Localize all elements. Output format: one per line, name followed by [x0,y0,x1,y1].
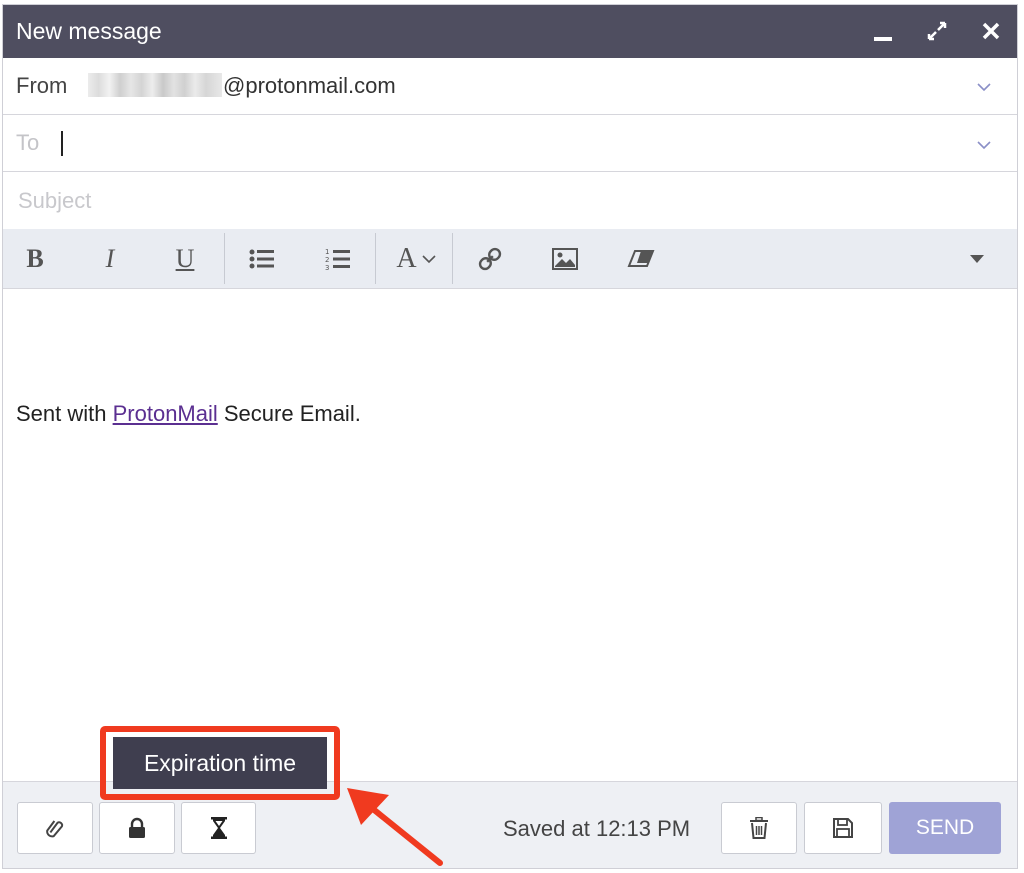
lock-icon [129,817,145,838]
close-icon [982,22,1000,40]
saved-status: Saved at 12:13 PM [503,816,691,841]
numbered-list-icon: 1 2 3 [325,248,350,271]
close-button[interactable] [973,13,1009,49]
caret-down-icon [970,254,984,263]
protonmail-link[interactable]: ProtonMail [113,401,218,426]
to-placeholder: To [16,130,40,155]
save-draft-button[interactable] [804,802,882,854]
svg-text:1: 1 [325,248,329,256]
maximize-button[interactable] [919,13,955,49]
composer-title: New message [16,18,162,44]
insert-image-button[interactable] [535,229,595,288]
maximize-icon [927,21,947,41]
bullet-list-icon [249,249,274,268]
bold-button[interactable]: B [5,229,65,288]
numbered-list-button[interactable]: 1 2 3 [308,229,368,288]
from-row[interactable]: From @protonmail.com [3,58,1017,115]
svg-text:2: 2 [325,256,329,264]
encryption-button[interactable] [99,802,175,854]
minimize-button[interactable] [865,13,901,49]
toolbar-divider [452,233,453,284]
delete-draft-button[interactable] [721,802,797,854]
subject-field[interactable]: Subject [3,172,1017,229]
toolbar-divider [375,233,376,284]
chevron-down-icon [422,254,436,263]
to-field[interactable]: To [3,115,1017,172]
send-button[interactable]: SEND [889,802,1001,854]
svg-text:3: 3 [325,264,329,271]
italic-button[interactable]: I [80,229,140,288]
annotation-arrow-icon [347,788,443,866]
text-cursor [61,131,63,156]
bullet-list-button[interactable] [232,229,292,288]
insert-link-button[interactable] [460,229,520,288]
image-icon [552,247,578,270]
composer-window: New message From @protonmail.com To Subj… [2,4,1018,869]
subject-placeholder: Subject [18,188,92,213]
formatting-toolbar: B I U 1 2 3 A [3,229,1017,289]
toolbar-divider [224,233,225,284]
redacted-username [88,73,222,97]
more-options-button[interactable] [947,229,1007,288]
hourglass-icon [210,817,227,839]
underline-button[interactable]: U [155,229,215,288]
floppy-disk-icon [833,818,853,838]
minimize-icon [874,37,892,41]
clear-formatting-button[interactable] [611,229,671,288]
chevron-down-icon[interactable] [977,82,991,92]
from-address: @protonmail.com [223,73,396,98]
chevron-down-icon[interactable] [977,140,991,150]
from-label: From [16,73,68,98]
expiration-time-button[interactable] [181,802,256,854]
eraser-icon [627,249,655,267]
font-menu-button[interactable]: A [385,229,447,288]
attach-file-button[interactable] [17,802,93,854]
message-body[interactable]: Sent with ProtonMail Secure Email. [16,401,361,427]
link-icon [478,247,502,270]
trash-icon [750,817,768,839]
expiration-tooltip: Expiration time [113,737,327,789]
paperclip-icon [46,820,64,838]
composer-titlebar: New message [3,5,1017,58]
